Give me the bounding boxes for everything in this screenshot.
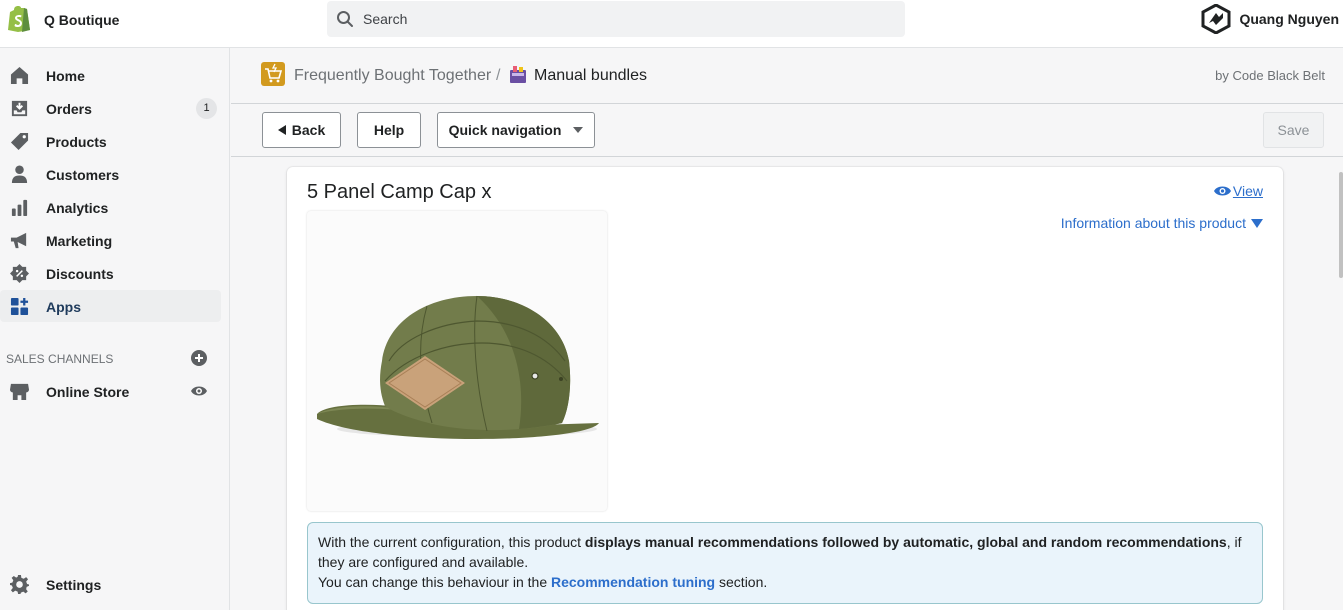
quick-navigation-label: Quick navigation bbox=[448, 122, 562, 138]
quick-navigation-button[interactable]: Quick navigation bbox=[437, 112, 595, 148]
sales-channels-title: SALES CHANNELS bbox=[6, 352, 114, 366]
cap-image bbox=[317, 295, 599, 439]
sidebar-item-analytics[interactable]: Analytics bbox=[0, 191, 221, 223]
sidebar-item-label: Online Store bbox=[46, 384, 130, 400]
breadcrumb-separator: / bbox=[496, 67, 501, 84]
discount-icon bbox=[10, 264, 29, 283]
back-button-label: Back bbox=[291, 122, 326, 138]
help-button[interactable]: Help bbox=[357, 112, 421, 148]
back-button[interactable]: Back bbox=[262, 112, 341, 148]
sidebar-item-marketing[interactable]: Marketing bbox=[0, 224, 221, 256]
search-icon bbox=[337, 11, 353, 27]
sidebar-item-home[interactable]: Home bbox=[0, 59, 221, 91]
save-button[interactable]: Save bbox=[1263, 112, 1324, 148]
banner-text-1: With the current configuration, this pro… bbox=[318, 534, 585, 550]
search-bar[interactable]: Search bbox=[327, 1, 905, 37]
toolbar: Back Help Quick navigation Save bbox=[231, 104, 1343, 157]
sidebar-item-settings[interactable]: Settings bbox=[0, 568, 221, 600]
gear-icon bbox=[10, 575, 29, 594]
apps-icon bbox=[10, 297, 29, 316]
sidebar-item-label: Settings bbox=[46, 577, 102, 593]
user-menu[interactable]: Quang Nguyen bbox=[1201, 4, 1339, 34]
caret-down-icon bbox=[573, 127, 584, 133]
main-content: Frequently Bought Together / Manual bund… bbox=[231, 48, 1343, 610]
sidebar-item-label: Customers bbox=[46, 167, 120, 183]
eye-icon bbox=[1213, 186, 1231, 196]
cart-app-icon[interactable] bbox=[261, 62, 285, 86]
user-name: Quang Nguyen bbox=[1239, 11, 1339, 27]
bundle-icon bbox=[510, 66, 526, 83]
banner-text-3: You can change this behaviour in the bbox=[318, 574, 551, 590]
product-image bbox=[307, 211, 607, 511]
shop-name[interactable]: Q Boutique bbox=[44, 12, 119, 28]
product-info-toggle[interactable]: Information about this product bbox=[1061, 215, 1263, 231]
megaphone-icon bbox=[10, 232, 27, 249]
eye-icon[interactable] bbox=[190, 382, 208, 400]
product-info-label: Information about this product bbox=[1060, 215, 1246, 231]
search-input[interactable]: Search bbox=[363, 11, 407, 27]
sidebar: Home Orders 1 Products Customers Analyti… bbox=[0, 48, 230, 610]
sidebar-item-label: Discounts bbox=[46, 266, 114, 282]
store-icon bbox=[10, 383, 29, 401]
sidebar-item-customers[interactable]: Customers bbox=[0, 158, 221, 190]
orders-badge: 1 bbox=[196, 98, 217, 119]
user-avatar-icon bbox=[1201, 4, 1231, 34]
recommendation-tuning-link[interactable]: Recommendation tuning bbox=[551, 574, 715, 590]
product-title: 5 Panel Camp Cap x bbox=[307, 181, 492, 203]
banner-text-bold: displays manual recommendations followed… bbox=[584, 534, 1227, 550]
shopify-logo-icon[interactable] bbox=[6, 5, 32, 33]
app-header: Frequently Bought Together / Manual bund… bbox=[231, 48, 1343, 104]
top-bar: Q Boutique Search Quang Nguyen bbox=[0, 0, 1343, 48]
sidebar-item-orders[interactable]: Orders bbox=[0, 92, 221, 124]
home-icon bbox=[10, 66, 29, 85]
tag-icon bbox=[10, 132, 29, 151]
view-link[interactable]: View bbox=[1213, 183, 1263, 199]
breadcrumb-app[interactable]: Frequently Bought Together bbox=[294, 67, 491, 85]
sidebar-item-products[interactable]: Products bbox=[0, 125, 221, 157]
sidebar-item-label: Home bbox=[46, 68, 85, 84]
product-card: 5 Panel Camp Cap x View Information abou… bbox=[287, 167, 1283, 610]
bar-chart-icon bbox=[11, 199, 28, 217]
breadcrumb-page: Manual bundles bbox=[534, 67, 647, 84]
arrow-left-icon bbox=[277, 125, 286, 135]
sidebar-item-label: Products bbox=[46, 134, 107, 150]
sidebar-item-discounts[interactable]: Discounts bbox=[0, 257, 221, 289]
sidebar-item-label: Analytics bbox=[46, 200, 109, 216]
banner-text-4: section. bbox=[715, 574, 768, 590]
person-icon bbox=[11, 165, 28, 184]
add-channel-icon[interactable] bbox=[190, 349, 208, 367]
sidebar-item-online-store[interactable]: Online Store bbox=[0, 375, 221, 407]
sidebar-item-label: Orders bbox=[46, 101, 92, 117]
orders-icon bbox=[11, 100, 28, 117]
sidebar-item-label: Apps bbox=[46, 299, 81, 315]
view-link-label: View bbox=[1232, 183, 1263, 199]
sidebar-item-label: Marketing bbox=[46, 233, 113, 249]
caret-down-icon bbox=[1251, 218, 1263, 228]
recommendation-banner: With the current configuration, this pro… bbox=[307, 522, 1263, 604]
developer-credit: by Code Black Belt bbox=[1215, 68, 1325, 83]
sidebar-item-apps[interactable]: Apps bbox=[0, 290, 221, 322]
scrollbar-thumb[interactable] bbox=[1339, 172, 1343, 278]
